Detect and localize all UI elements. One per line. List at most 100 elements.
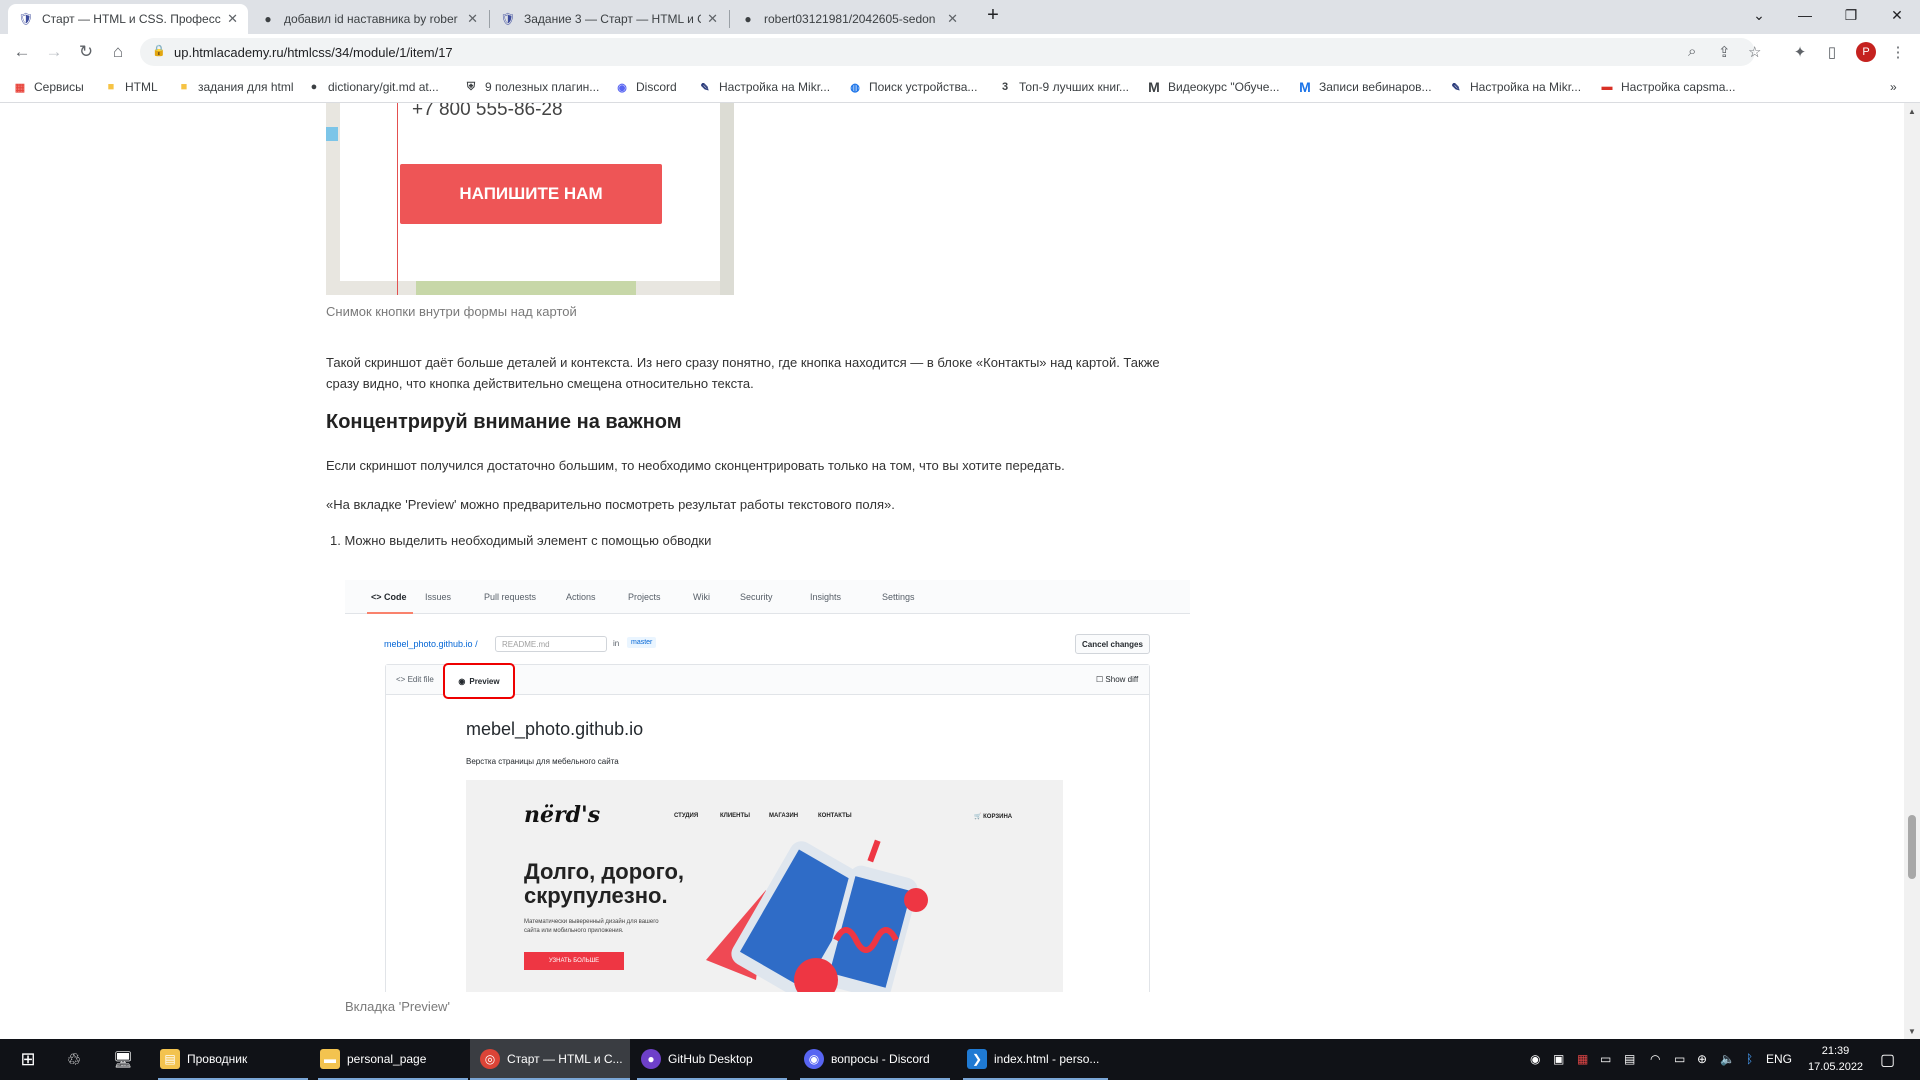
url-text: up.htmlacademy.ru/htmlcss/34/module/1/it… — [174, 45, 453, 60]
tab-search-icon[interactable]: ⌄ — [1736, 0, 1782, 30]
more-bookmarks-button[interactable]: » — [1890, 77, 1897, 97]
close-tab-icon[interactable]: ✕ — [467, 11, 478, 27]
github-preview-screenshot: <> Code Issues Pull requests Actions Pro… — [345, 580, 1190, 992]
gh-in-label: in — [613, 639, 620, 648]
bookmark-item[interactable]: ◉ Discord — [615, 77, 677, 97]
keyboard-tray-icon[interactable]: ▭ — [1600, 1052, 1611, 1066]
gh-tab-insights: Insights — [810, 592, 842, 602]
taskbar-app-label: Проводник — [187, 1051, 248, 1066]
bookmark-label: Записи вебинаров... — [1319, 80, 1432, 94]
cart-icon: 🛒 — [974, 814, 984, 820]
discord-tray-icon[interactable]: ◉ — [1530, 1052, 1540, 1066]
browser-tab-2[interactable]: ● добавил id наставника by rober ✕ — [250, 4, 488, 34]
m-logo-icon: M — [1299, 79, 1311, 95]
network-icon[interactable]: ⊕ — [1697, 1052, 1707, 1066]
vscode-icon: ❯ — [967, 1048, 987, 1069]
scroll-down-icon[interactable]: ▼ — [1908, 1027, 1916, 1036]
bookmark-item[interactable]: ◍ Поиск устройства... — [848, 77, 977, 97]
forward-icon[interactable]: → — [40, 38, 68, 66]
taskbar-app-discord[interactable]: ◉ вопросы - Discord — [800, 1039, 950, 1080]
bookmark-item[interactable]: M Видеокурс "Обуче... — [1147, 77, 1279, 97]
menu-icon[interactable]: ⋮ — [1888, 42, 1908, 62]
mikrotik-icon: ✎ — [700, 81, 710, 94]
bookmark-item[interactable]: ✎ Настройка на Mikr... — [1449, 77, 1581, 97]
tab-title: добавил id наставника by rober — [284, 12, 458, 26]
discord-icon: ◉ — [617, 81, 627, 94]
bookmark-item[interactable]: ▦ Сервисы — [13, 77, 84, 97]
taskbar-app-label: GitHub Desktop — [668, 1051, 753, 1066]
zoom-icon[interactable]: ⌕ — [1688, 43, 1696, 60]
browser-tab-3[interactable]: 🛡 Задание 3 — Старт — HTML и C ✕ — [490, 4, 728, 34]
taskbar-app-github-desktop[interactable]: ● GitHub Desktop — [637, 1039, 787, 1080]
extensions-icon[interactable]: ✦ — [1790, 42, 1810, 62]
gh-tab-projects: Projects — [628, 592, 661, 602]
scroll-up-icon[interactable]: ▲ — [1908, 107, 1916, 116]
reload-icon[interactable]: ↻ — [72, 38, 100, 66]
close-tab-icon[interactable]: ✕ — [227, 11, 238, 27]
nerds-cart: 🛒 КОРЗИНА — [974, 813, 1012, 820]
browser-tab-1[interactable]: 🛡 Старт — HTML и CSS. Професси ✕ — [8, 4, 248, 34]
paragraph: «На вкладке 'Preview' можно предваритель… — [326, 497, 895, 512]
bookmark-star-icon[interactable]: ☆ — [1748, 43, 1761, 61]
tab-strip: 🛡 Старт — HTML и CSS. Професси ✕ ● добав… — [0, 0, 1920, 34]
bookmark-item[interactable]: ■ задания для html — [177, 77, 294, 97]
nerds-headline: Долго, дорого, скрупулезно. — [524, 859, 685, 908]
language-indicator[interactable]: ENG — [1766, 1052, 1792, 1066]
taskbar-app-folder[interactable]: ▬ personal_page — [318, 1039, 468, 1080]
recycle-bin-icon[interactable]: ♲ — [62, 1039, 86, 1080]
taskbar-app-chrome[interactable]: ◎ Старт — HTML и С... — [470, 1039, 630, 1080]
taskbar-app-vscode[interactable]: ❯ index.html - perso... — [963, 1039, 1108, 1080]
bookmark-item[interactable]: ⛨ 9 полезных плагин... — [464, 77, 599, 97]
minimize-icon[interactable]: — — [1782, 0, 1828, 30]
close-tab-icon[interactable]: ✕ — [947, 11, 958, 27]
bookmark-item[interactable]: ✎ Настройка на Mikr... — [698, 77, 830, 97]
taskbar-app-label: вопросы - Discord — [831, 1051, 930, 1066]
restore-icon[interactable]: ❐ — [1828, 0, 1874, 30]
browser-tab-4[interactable]: ● robert03121981/2042605-sedon ✕ — [730, 4, 968, 34]
volume-icon[interactable]: 🔈 — [1720, 1052, 1735, 1066]
home-icon[interactable]: ⌂ — [104, 38, 132, 66]
back-icon[interactable]: ← — [8, 38, 36, 66]
bookmark-item[interactable]: ● dictionary/git.md at... — [307, 77, 439, 97]
profile-avatar[interactable]: P — [1856, 42, 1876, 62]
browser-frame: 🛡 Старт — HTML и CSS. Професси ✕ ● добав… — [0, 0, 1920, 103]
share-icon[interactable]: ⇪ — [1718, 43, 1731, 61]
bookmark-item[interactable]: M Записи вебинаров... — [1298, 77, 1432, 97]
notifications-icon[interactable]: ▢ — [1880, 1050, 1895, 1070]
github-icon: ● — [310, 81, 318, 93]
tab-title: robert03121981/2042605-sedon — [764, 12, 936, 26]
chat-tray-icon[interactable]: ▣ — [1553, 1052, 1564, 1066]
wifi-icon[interactable]: ◠ — [1650, 1052, 1660, 1066]
lock-icon: 🔒 — [152, 45, 166, 57]
gh-show-diff-label: Show diff — [1105, 675, 1139, 684]
file-explorer-icon: ▤ — [160, 1048, 180, 1069]
computer-icon[interactable]: 🖥 — [110, 1039, 136, 1080]
windows-start-icon[interactable]: ⊞ — [12, 1039, 44, 1080]
gh-active-tab-underline — [367, 612, 413, 614]
app-tray-icon[interactable]: ▦ — [1577, 1052, 1588, 1066]
side-panel-icon[interactable]: ▯ — [1822, 42, 1842, 62]
system-clock[interactable]: 21:39 17.05.2022 — [1808, 1043, 1863, 1075]
github-desktop-icon: ● — [641, 1048, 661, 1069]
list-item: 1. Можно выделить необходимый элемент с … — [330, 533, 712, 548]
gh-tab-code: <> Code — [371, 592, 407, 602]
battery-icon[interactable]: ▭ — [1674, 1052, 1685, 1066]
new-tab-button[interactable]: + — [970, 0, 1016, 30]
bookmark-item[interactable]: ▬ Настройка capsma... — [1600, 77, 1736, 97]
page-scrollbar[interactable]: ▲ ▼ — [1904, 103, 1920, 1039]
bookmark-label: Видеокурс "Обуче... — [1168, 80, 1280, 94]
scrollbar-thumb[interactable] — [1908, 815, 1916, 879]
display-tray-icon[interactable]: ▤ — [1624, 1052, 1635, 1066]
browser-toolbar: ← → ↻ ⌂ 🔒 up.htmlacademy.ru/htmlcss/34/m… — [0, 34, 1920, 70]
bluetooth-icon[interactable]: ᛒ — [1746, 1052, 1753, 1066]
image-caption: Снимок кнопки внутри формы над картой — [326, 304, 577, 319]
address-bar[interactable]: 🔒 up.htmlacademy.ru/htmlcss/34/module/1/… — [140, 38, 1761, 66]
taskbar-app-explorer[interactable]: ▤ Проводник — [158, 1039, 308, 1080]
nerds-site-preview: nërd's СТУДИЯ КЛИЕНТЫ МАГАЗИН КОНТАКТЫ 🛒… — [466, 780, 1063, 992]
close-tab-icon[interactable]: ✕ — [707, 11, 718, 27]
bookmark-item[interactable]: 3 Топ-9 лучших книг... — [998, 77, 1129, 97]
nerds-nav-item: КЛИЕНТЫ — [720, 813, 751, 819]
search-device-icon: ◍ — [850, 81, 860, 94]
close-window-icon[interactable]: ✕ — [1874, 0, 1920, 30]
bookmark-item[interactable]: ■ HTML — [104, 77, 158, 97]
